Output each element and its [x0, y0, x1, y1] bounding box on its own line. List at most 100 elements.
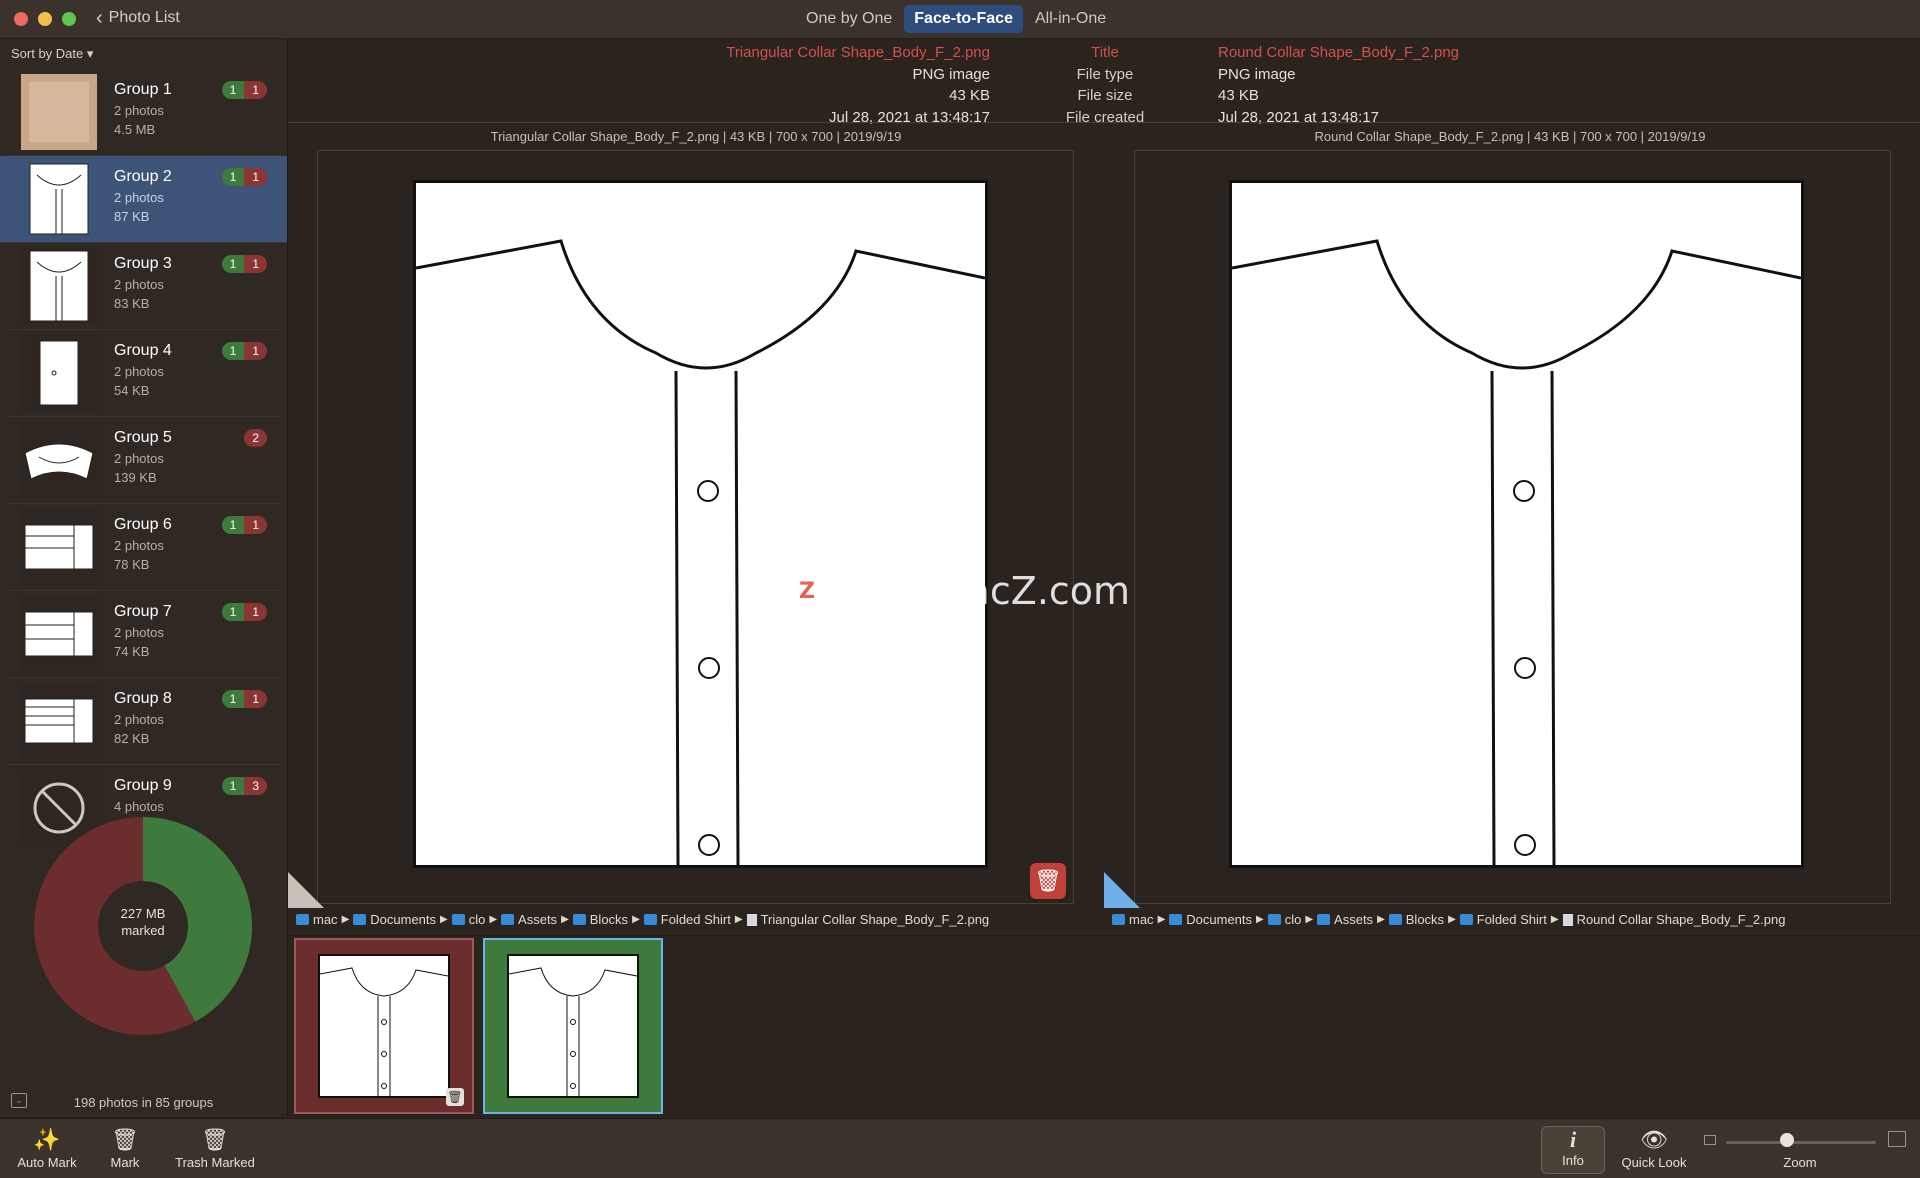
zoom-slider-knob[interactable]	[1780, 1133, 1794, 1147]
kept-count-badge: 1	[221, 516, 245, 534]
path-segment[interactable]: Documents	[1186, 912, 1252, 927]
group-thumbnail	[21, 161, 97, 237]
path-segment[interactable]: Folded Shirt	[1477, 912, 1547, 927]
path-file[interactable]: Triangular Collar Shape_Body_F_2.png	[761, 912, 990, 927]
trash-icon: 🗑	[201, 1127, 229, 1152]
mark-badges: 11	[221, 342, 267, 360]
path-segment[interactable]: clo	[469, 912, 486, 927]
group-photo-count: 2 photos	[114, 190, 164, 205]
folder-icon	[1388, 914, 1402, 925]
group-name: Group 7	[114, 603, 172, 620]
round-collar-shirt-drawing	[1231, 239, 1802, 866]
group-item-6[interactable]: Group 6 2 photos 78 KB 11	[6, 504, 281, 591]
group-size: 74 KB	[114, 644, 150, 659]
group-photo-count: 2 photos	[114, 538, 164, 553]
watermark-text: www.MacZ.com	[832, 569, 1131, 613]
group-thumbnail	[21, 422, 97, 498]
marked-count-badge: 3	[244, 777, 267, 795]
mark-badges: 11	[221, 168, 267, 186]
info-button[interactable]: i Info	[1541, 1126, 1605, 1174]
path-arrow-icon: ▶	[1550, 914, 1559, 925]
right-path-bar: mac ▶ Documents ▶ clo ▶ Assets ▶ Blocks ▶ Fol…	[1112, 912, 1785, 927]
path-segment[interactable]: Assets	[1334, 912, 1373, 927]
group-photo-count: 2 photos	[114, 103, 164, 118]
group-item-7[interactable]: Group 7 2 photos 74 KB 11	[6, 591, 281, 678]
group-item-5[interactable]: Group 5 2 photos 139 KB 2	[6, 417, 281, 504]
shirt-thumbnail	[29, 163, 89, 235]
thumbnail-kept[interactable]	[483, 938, 663, 1114]
back-to-photo-list-button[interactable]: ‹ Photo List	[96, 8, 180, 28]
bottom-toolbar: ✨ Auto Mark 🗑 Mark 🗑 Trash Marked i Info…	[0, 1118, 1920, 1178]
file-icon	[746, 913, 757, 926]
donut-caption: marked	[121, 923, 165, 938]
shirt-thumbnail	[29, 250, 89, 322]
group-item-8[interactable]: Group 8 2 photos 82 KB 11	[6, 678, 281, 765]
triangular-collar-shirt-drawing	[415, 239, 986, 866]
right-file-size: 43 KB	[1218, 87, 1259, 104]
close-window-button[interactable]	[14, 12, 28, 26]
view-mode-segmented-control: One by One Face-to-Face All-in-One	[796, 5, 1116, 33]
group-item-1[interactable]: Group 1 2 photos 4.5 MB 11	[6, 69, 281, 156]
group-item-4[interactable]: Group 4 2 photos 54 KB 11	[6, 330, 281, 417]
path-segment[interactable]: Documents	[370, 912, 436, 927]
group-thumbnail	[21, 683, 97, 759]
left-path-bar: mac ▶ Documents ▶ clo ▶ Assets ▶ Blocks ▶ Fol…	[296, 912, 989, 927]
path-segment[interactable]: mac	[313, 912, 338, 927]
path-arrow-icon: ▶	[1256, 914, 1264, 925]
mode-face-to-face[interactable]: Face-to-Face	[904, 5, 1023, 33]
mark-button[interactable]: 🗑 Mark	[104, 1127, 146, 1170]
group-item-3[interactable]: Group 3 2 photos 83 KB 11	[6, 243, 281, 330]
shirt-drawing	[508, 967, 638, 1096]
group-item-2[interactable]: Group 2 2 photos 87 KB 11	[0, 156, 287, 243]
mode-one-by-one[interactable]: One by One	[796, 5, 902, 33]
watermark-logo-icon: Z	[792, 576, 822, 606]
marked-count-badge: 1	[244, 168, 267, 186]
label-file-created: File created	[1065, 108, 1145, 126]
folder-icon	[451, 914, 465, 925]
minimize-window-button[interactable]	[38, 12, 52, 26]
path-arrow-icon: ▶	[1305, 914, 1314, 925]
marked-count-badge: 1	[244, 516, 267, 534]
kept-count-badge: 1	[221, 81, 245, 99]
group-photo-count: 2 photos	[114, 712, 164, 727]
shirt-drawing	[319, 967, 449, 1096]
right-shirt-image	[1229, 180, 1804, 868]
path-segment[interactable]: clo	[1285, 912, 1302, 927]
group-photo-count: 2 photos	[114, 451, 164, 466]
folder-icon	[1317, 914, 1331, 925]
path-file[interactable]: Round Collar Shape_Body_F_2.png	[1577, 912, 1786, 927]
left-file-type: PNG image	[912, 65, 990, 83]
path-segment[interactable]: Blocks	[1406, 912, 1444, 927]
folded-panel-thumbnail	[24, 611, 94, 657]
path-segment[interactable]: mac	[1129, 912, 1154, 927]
mode-all-in-one[interactable]: All-in-One	[1025, 5, 1116, 33]
zoom-slider[interactable]	[1726, 1141, 1876, 1144]
info-label: Info	[1562, 1153, 1584, 1168]
thumbnail-marked[interactable]: 🗑	[294, 938, 474, 1114]
group-thumbnail	[21, 509, 97, 585]
trash-icon[interactable]: 🗑	[1030, 863, 1066, 899]
marked-count-badge: 1	[244, 255, 267, 273]
zoom-window-button[interactable]	[62, 12, 76, 26]
right-file-type: PNG image	[1218, 65, 1296, 83]
label-file-size: File size	[1077, 87, 1133, 104]
folder-icon	[643, 914, 657, 925]
path-arrow-icon: ▶	[489, 914, 498, 925]
group-size: 87 KB	[114, 209, 150, 224]
zoom-large-icon	[1888, 1131, 1906, 1147]
right-file-title: Round Collar Shape_Body_F_2.png	[1218, 44, 1460, 61]
path-segment[interactable]: Blocks	[590, 912, 628, 927]
mark-badges: 11	[221, 81, 267, 99]
mark-badges: 11	[221, 516, 267, 534]
folder-icon	[353, 914, 367, 925]
quick-look-button[interactable]: 👁 Quick Look	[1614, 1127, 1694, 1170]
path-segment[interactable]: Folded Shirt	[661, 912, 731, 927]
sort-dropdown[interactable]: Sort by Date ▾	[11, 46, 93, 62]
path-segment[interactable]: Assets	[518, 912, 557, 927]
auto-mark-button[interactable]: ✨ Auto Mark	[12, 1127, 82, 1170]
left-corner-marker	[288, 872, 324, 908]
trash-marked-button[interactable]: 🗑 Trash Marked	[168, 1127, 262, 1170]
group-name: Group 2	[114, 168, 172, 185]
folder-icon	[1112, 914, 1125, 925]
group-photo-count: 2 photos	[114, 277, 164, 292]
